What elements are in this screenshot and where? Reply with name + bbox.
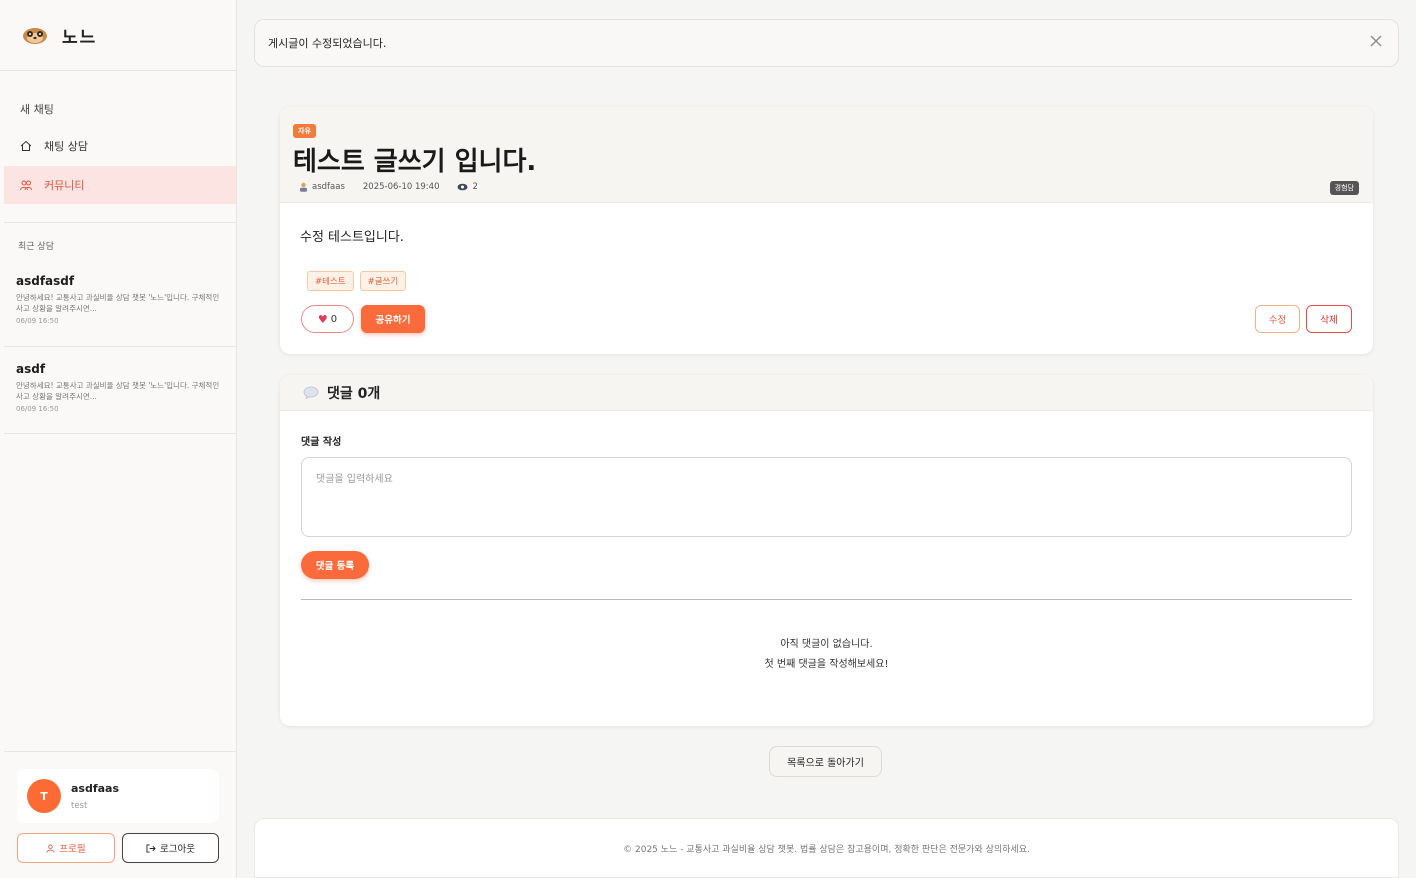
- back-to-list-button[interactable]: 목록으로 돌아가기: [769, 746, 882, 777]
- tag[interactable]: #글쓰기: [359, 271, 407, 291]
- logout-icon: [146, 843, 156, 853]
- experience-badge: 경험담: [1329, 181, 1359, 195]
- speech-bubble-icon: [303, 386, 319, 399]
- user-card: T asdfaas test: [17, 769, 219, 823]
- user-name: asdfaas: [71, 781, 120, 795]
- tag[interactable]: #테스트: [307, 271, 354, 291]
- brand[interactable]: 노느: [0, 0, 236, 71]
- post-header: 자유 테스트 글쓰기 입니다. asdfaas 2025-06-10 19:40…: [280, 107, 1373, 203]
- post-meta: asdfaas 2025-06-10 19:40 2: [299, 182, 496, 192]
- logout-label: 로그아웃: [160, 844, 195, 855]
- post-datetime: 2025-06-10 19:40: [362, 182, 440, 192]
- like-count: 0: [330, 313, 338, 325]
- comment-submit-button[interactable]: 댓글 등록: [301, 551, 369, 579]
- divider: [301, 599, 1352, 600]
- divider: [4, 222, 236, 223]
- delete-button[interactable]: 삭제: [1306, 305, 1352, 333]
- users-icon: [20, 180, 32, 191]
- empty-line: 아직 댓글이 없습니다.: [780, 639, 873, 650]
- sidebar-item-label: 커뮤니티: [44, 179, 85, 192]
- post-author: asdfaas: [299, 182, 345, 192]
- author-name: asdfaas: [312, 182, 345, 192]
- recent-chat-title: asdf: [16, 362, 46, 376]
- sidebar: 노느 새 채팅 채팅 상담 커뮤니티 최근 상담 asdfasdf 안녕하세요!…: [0, 0, 237, 878]
- edit-button[interactable]: 수정: [1255, 305, 1300, 333]
- recent-chat-title: asdfasdf: [16, 274, 75, 288]
- logout-button[interactable]: 로그아웃: [122, 833, 219, 863]
- sidebar-item-label: 채팅 상담: [44, 140, 88, 153]
- like-button[interactable]: ♥ 0: [301, 305, 354, 333]
- share-button[interactable]: 공유하기: [361, 305, 425, 333]
- home-icon: [20, 140, 32, 151]
- heart-icon: ♥: [317, 312, 328, 326]
- profile-label: 프로필: [59, 844, 86, 855]
- success-alert: 게시글이 수정되었습니다.: [254, 19, 1399, 67]
- footer: © 2025 노느 - 교통사고 과실비율 상담 챗봇. 법률 상담은 참고용이…: [254, 818, 1399, 878]
- recent-chat-item[interactable]: asdf 안녕하세요! 교통사고 과실비율 상담 챗봇 '노느'입니다. 구체적…: [4, 362, 236, 413]
- brand-name: 노느: [62, 27, 98, 48]
- tag-list: #테스트 #글쓰기: [307, 271, 412, 291]
- recent-chat-preview: 안녕하세요! 교통사고 과실비율 상담 챗봇 '노느'입니다. 구체적인 사고 …: [16, 381, 220, 401]
- post-content: 수정 테스트입니다.: [300, 230, 404, 245]
- profile-button[interactable]: 프로필: [17, 833, 115, 863]
- empty-comments-message: 아직 댓글이 없습니다. 첫 번째 댓글을 작성해보세요!: [280, 635, 1373, 675]
- post-views: 2: [457, 182, 478, 192]
- category-badge: 자유: [293, 124, 316, 138]
- meerkat-logo-icon: [23, 28, 47, 44]
- footer-text: © 2025 노느 - 교통사고 과실비율 상담 챗봇. 법률 상담은 참고용이…: [623, 844, 1030, 855]
- comments-card: 댓글 0개 댓글 작성 댓글 등록 아직 댓글이 없습니다. 첫 번째 댓글을 …: [280, 375, 1373, 726]
- sidebar-item-chat[interactable]: 채팅 상담: [4, 127, 236, 165]
- post-title: 테스트 글쓰기 입니다.: [293, 147, 537, 177]
- alert-message: 게시글이 수정되었습니다.: [268, 37, 387, 50]
- recent-chat-preview: 안녕하세요! 교통사고 과실비율 상담 챗봇 '노느'입니다. 구체적인 사고 …: [16, 293, 220, 313]
- post-card: 자유 테스트 글쓰기 입니다. asdfaas 2025-06-10 19:40…: [280, 107, 1373, 354]
- empty-line: 첫 번째 댓글을 작성해보세요!: [764, 659, 889, 670]
- recent-chat-item[interactable]: asdfasdf 안녕하세요! 교통사고 과실비율 상담 챗봇 '노느'입니다.…: [4, 274, 236, 325]
- person-icon: [300, 182, 307, 192]
- comment-input[interactable]: [301, 457, 1352, 537]
- sidebar-item-community[interactable]: 커뮤니티: [4, 166, 236, 204]
- eye-icon: [457, 183, 468, 191]
- comment-write-label: 댓글 작성: [301, 437, 342, 448]
- close-icon[interactable]: [1368, 33, 1384, 49]
- divider: [4, 346, 236, 347]
- user-subtitle: test: [71, 800, 88, 811]
- divider: [4, 433, 236, 434]
- divider: [4, 751, 236, 752]
- recent-chat-date: 06/09 16:50: [16, 405, 59, 413]
- recent-chat-date: 06/09 16:50: [16, 317, 59, 325]
- views-count: 2: [472, 182, 478, 192]
- comments-header: 댓글 0개: [280, 375, 1373, 411]
- comments-count-title: 댓글 0개: [327, 385, 381, 402]
- avatar: T: [27, 779, 61, 813]
- user-icon: [46, 843, 55, 853]
- recent-heading: 최근 상담: [18, 242, 54, 252]
